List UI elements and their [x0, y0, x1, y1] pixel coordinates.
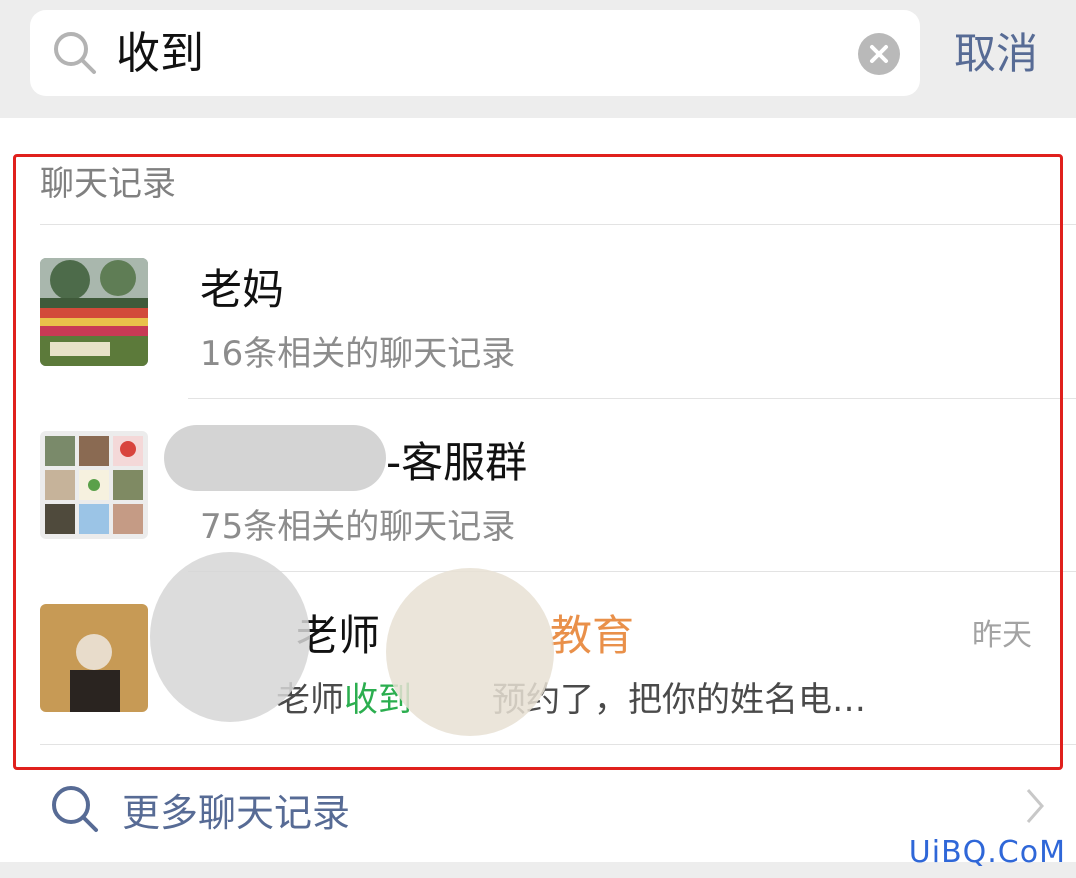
search-bar: 取消 [0, 0, 1076, 118]
search-icon [52, 30, 98, 80]
watermark: UiBQ.CoM [908, 835, 1066, 870]
search-box[interactable] [30, 10, 920, 96]
chevron-right-icon [1024, 786, 1046, 830]
search-icon [50, 784, 100, 838]
highlight-frame [13, 154, 1063, 770]
clear-icon[interactable] [858, 33, 900, 75]
more-label: 更多聊天记录 [122, 791, 351, 835]
cancel-button[interactable]: 取消 [954, 26, 1038, 82]
search-input[interactable] [116, 26, 856, 82]
